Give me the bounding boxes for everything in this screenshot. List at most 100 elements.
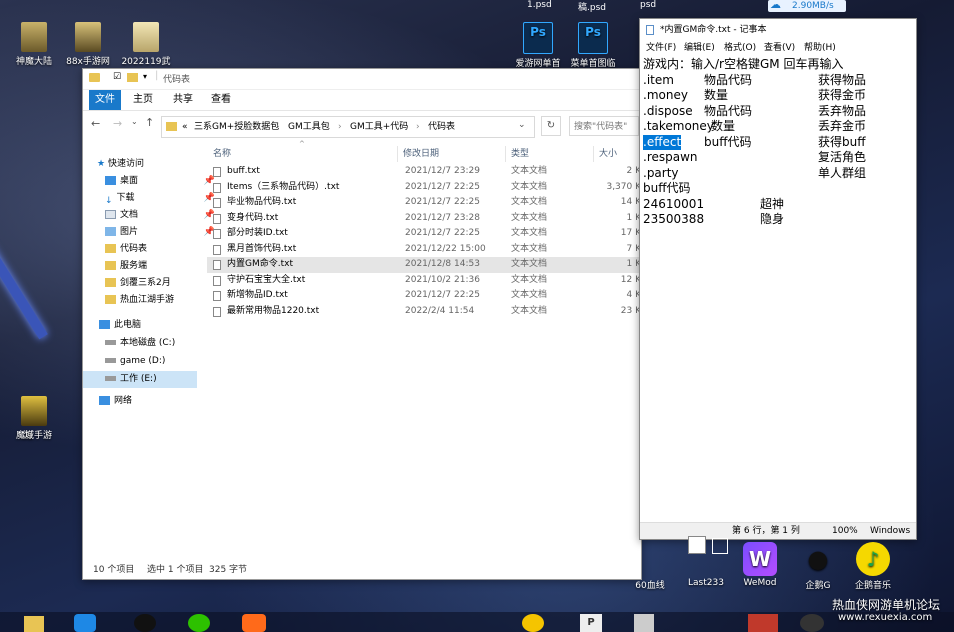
- file-row[interactable]: 新增物品ID.txt 2021/12/7 22:25 文本文档 4 K: [207, 288, 641, 304]
- desktop-icon-psd-1[interactable]: Ps 爱游网单首: [508, 22, 568, 69]
- checkbox-icon[interactable]: ☑: [113, 72, 121, 82]
- menu-help[interactable]: 帮助(H): [804, 41, 836, 55]
- nav-label: 网络: [114, 396, 133, 406]
- top-file-label[interactable]: 1.psd: [527, 0, 552, 10]
- breadcrumb-item[interactable]: 三系GM+授脸数据包: [194, 117, 279, 137]
- net-speed-widget[interactable]: ☁ 2.90MB/s: [768, 0, 846, 12]
- nav-item-jianxia[interactable]: 剑覆三系2月: [83, 275, 219, 292]
- text-line-command: .money 数量 获得金币: [643, 88, 909, 104]
- desktop-icon-88x[interactable]: 88x手游网: [58, 22, 118, 67]
- app-icon[interactable]: [522, 614, 544, 632]
- text-file-icon: [213, 229, 221, 239]
- app-icon[interactable]: [634, 614, 654, 632]
- command-desc: 获得金币: [818, 88, 867, 102]
- app-label: 企鹅G: [805, 581, 831, 591]
- file-size: 3,370 K: [606, 181, 641, 192]
- file-row[interactable]: 毕业物品代码.txt 2021/12/7 22:25 文本文档 14 K: [207, 195, 641, 211]
- file-row[interactable]: 变身代码.txt 2021/12/7 23:28 文本文档 1 K: [207, 211, 641, 227]
- p-app-icon[interactable]: P: [580, 614, 602, 632]
- menu-file[interactable]: 文件(F): [646, 41, 676, 55]
- nav-quick-access[interactable]: ★ 快速访问: [83, 156, 197, 173]
- top-file-label[interactable]: 稿.psd: [578, 0, 606, 13]
- tab-file[interactable]: 文件: [89, 90, 121, 110]
- file-row[interactable]: 最新常用物品1220.txt 2022/2/4 11:54 文本文档 23 K: [207, 304, 641, 320]
- breadcrumb-item[interactable]: GM工具包: [288, 117, 330, 137]
- quick-access-dropdown-icon[interactable]: ▾: [143, 72, 147, 81]
- explorer-titlebar[interactable]: ☑ ▾ | 代码表: [83, 69, 641, 90]
- app-qie-g[interactable]: ● 企鹅G: [796, 542, 840, 591]
- tab-view[interactable]: 查看: [205, 90, 237, 110]
- folder-icon[interactable]: [24, 616, 44, 632]
- window-thumbnail-icon[interactable]: [712, 538, 728, 554]
- folder-image-icon: [75, 22, 101, 52]
- drive-icon: [105, 340, 116, 345]
- app-qie-music[interactable]: ♪ 企鹅音乐: [848, 542, 898, 591]
- tab-home[interactable]: 主页: [127, 90, 159, 110]
- window-thumbnail-icon[interactable]: [688, 536, 706, 554]
- notepad-titlebar[interactable]: *内置GM命令.txt - 记事本: [640, 19, 916, 41]
- nav-item-documents[interactable]: 文档 📌: [83, 207, 219, 224]
- qq-icon[interactable]: [134, 614, 156, 632]
- file-name: 变身代码.txt: [227, 212, 279, 223]
- menu-view[interactable]: 查看(V): [764, 41, 795, 55]
- nav-label: 服务端: [120, 261, 148, 271]
- breadcrumb-item[interactable]: GM工具+代码: [350, 117, 408, 137]
- nav-item-server[interactable]: 服务端: [83, 258, 219, 275]
- app-icon[interactable]: [800, 614, 824, 632]
- nav-item-codetable[interactable]: 代码表: [83, 241, 219, 258]
- sort-caret-icon: ^: [299, 140, 305, 148]
- column-header-date[interactable]: 修改日期: [403, 144, 439, 164]
- nav-drive-c[interactable]: 本地磁盘 (C:): [83, 335, 219, 352]
- menu-format[interactable]: 格式(O): [724, 41, 756, 55]
- address-dropdown-icon[interactable]: ⌄: [518, 120, 526, 130]
- up-arrow-icon[interactable]: ↑: [145, 116, 154, 129]
- nav-this-pc[interactable]: 此电脑: [83, 317, 213, 334]
- app-60xuexian[interactable]: 60血线: [630, 578, 670, 591]
- column-header-type[interactable]: 类型: [511, 144, 529, 164]
- menu-edit[interactable]: 编辑(E): [684, 41, 715, 55]
- recent-dropdown-icon[interactable]: ⌄: [131, 117, 138, 126]
- wechat-icon[interactable]: [188, 614, 210, 632]
- app-label: Last233: [688, 578, 724, 588]
- text-editor[interactable]: 游戏内：输入/r空格键GM 回车再输入 .item 物品代码 获得物品 .money 数…: [643, 57, 913, 517]
- forward-arrow-icon[interactable]: →: [113, 117, 122, 130]
- file-date: 2021/12/7 22:25: [405, 197, 480, 207]
- nav-network[interactable]: 网络: [83, 393, 213, 410]
- app-wemod[interactable]: W WeMod: [738, 542, 782, 588]
- desktop-icon-shenmo[interactable]: 神魔大陆: [4, 22, 64, 67]
- photoshop-icon: Ps: [578, 22, 608, 54]
- nav-drive-d[interactable]: game (D:): [83, 353, 219, 370]
- file-row[interactable]: 部分时装ID.txt 2021/12/7 22:25 文本文档 17 K: [207, 226, 641, 242]
- nav-drive-e[interactable]: 工作 (E:): [83, 371, 197, 388]
- column-divider: [505, 146, 506, 162]
- tab-share[interactable]: 共享: [167, 90, 199, 110]
- new-folder-icon[interactable]: [127, 73, 138, 82]
- desktop-icon-moyu[interactable]: 魔域手游: [4, 396, 64, 441]
- file-row[interactable]: 黑月首饰代码.txt 2021/12/22 15:00 文本文档 7 K: [207, 242, 641, 258]
- search-input[interactable]: 搜索"代码表": [569, 116, 639, 136]
- file-row[interactable]: buff.txt 2021/12/7 23:29 文本文档 2 K: [207, 164, 641, 180]
- address-bar[interactable]: « 三系GM+授脸数据包 › GM工具包 › GM工具+代码 › 代码表 ⌄: [161, 116, 535, 138]
- desktop-icon-psd-2[interactable]: Ps 菜单首图临: [563, 22, 623, 69]
- video-app-icon[interactable]: [242, 614, 266, 632]
- file-row[interactable]: 内置GM命令.txt 2021/12/8 14:53 文本文档 1 K: [207, 257, 641, 273]
- breadcrumb-overflow[interactable]: «: [182, 117, 188, 137]
- nav-item-desktop[interactable]: 桌面 📌: [83, 173, 219, 190]
- nav-item-downloads[interactable]: ↓ 下载 📌: [83, 190, 219, 207]
- settings-app-icon[interactable]: [74, 614, 96, 632]
- refresh-icon[interactable]: ↻: [541, 116, 561, 136]
- file-row[interactable]: 守护石宝宝大全.txt 2021/10/2 21:36 文本文档 12 K: [207, 273, 641, 289]
- game-app-icon[interactable]: [748, 614, 778, 632]
- picture-icon: [105, 227, 116, 236]
- column-header-name[interactable]: 名称: [213, 144, 231, 164]
- nav-item-rexue[interactable]: 热血江湖手游: [83, 292, 219, 309]
- column-header-size[interactable]: 大小: [599, 144, 617, 164]
- app-last233[interactable]: Last233: [684, 578, 728, 588]
- file-row[interactable]: Items（三系物品代码）.txt 2021/12/7 22:25 文本文档 3,37…: [207, 180, 641, 196]
- breadcrumb-item[interactable]: 代码表: [428, 117, 455, 137]
- back-arrow-icon[interactable]: ←: [91, 117, 100, 130]
- command-arg: buff代码: [704, 134, 752, 149]
- nav-item-pictures[interactable]: 图片 📌: [83, 224, 219, 241]
- desktop-icon-2022[interactable]: 2022119武: [116, 22, 176, 67]
- top-file-label[interactable]: psd: [640, 0, 656, 10]
